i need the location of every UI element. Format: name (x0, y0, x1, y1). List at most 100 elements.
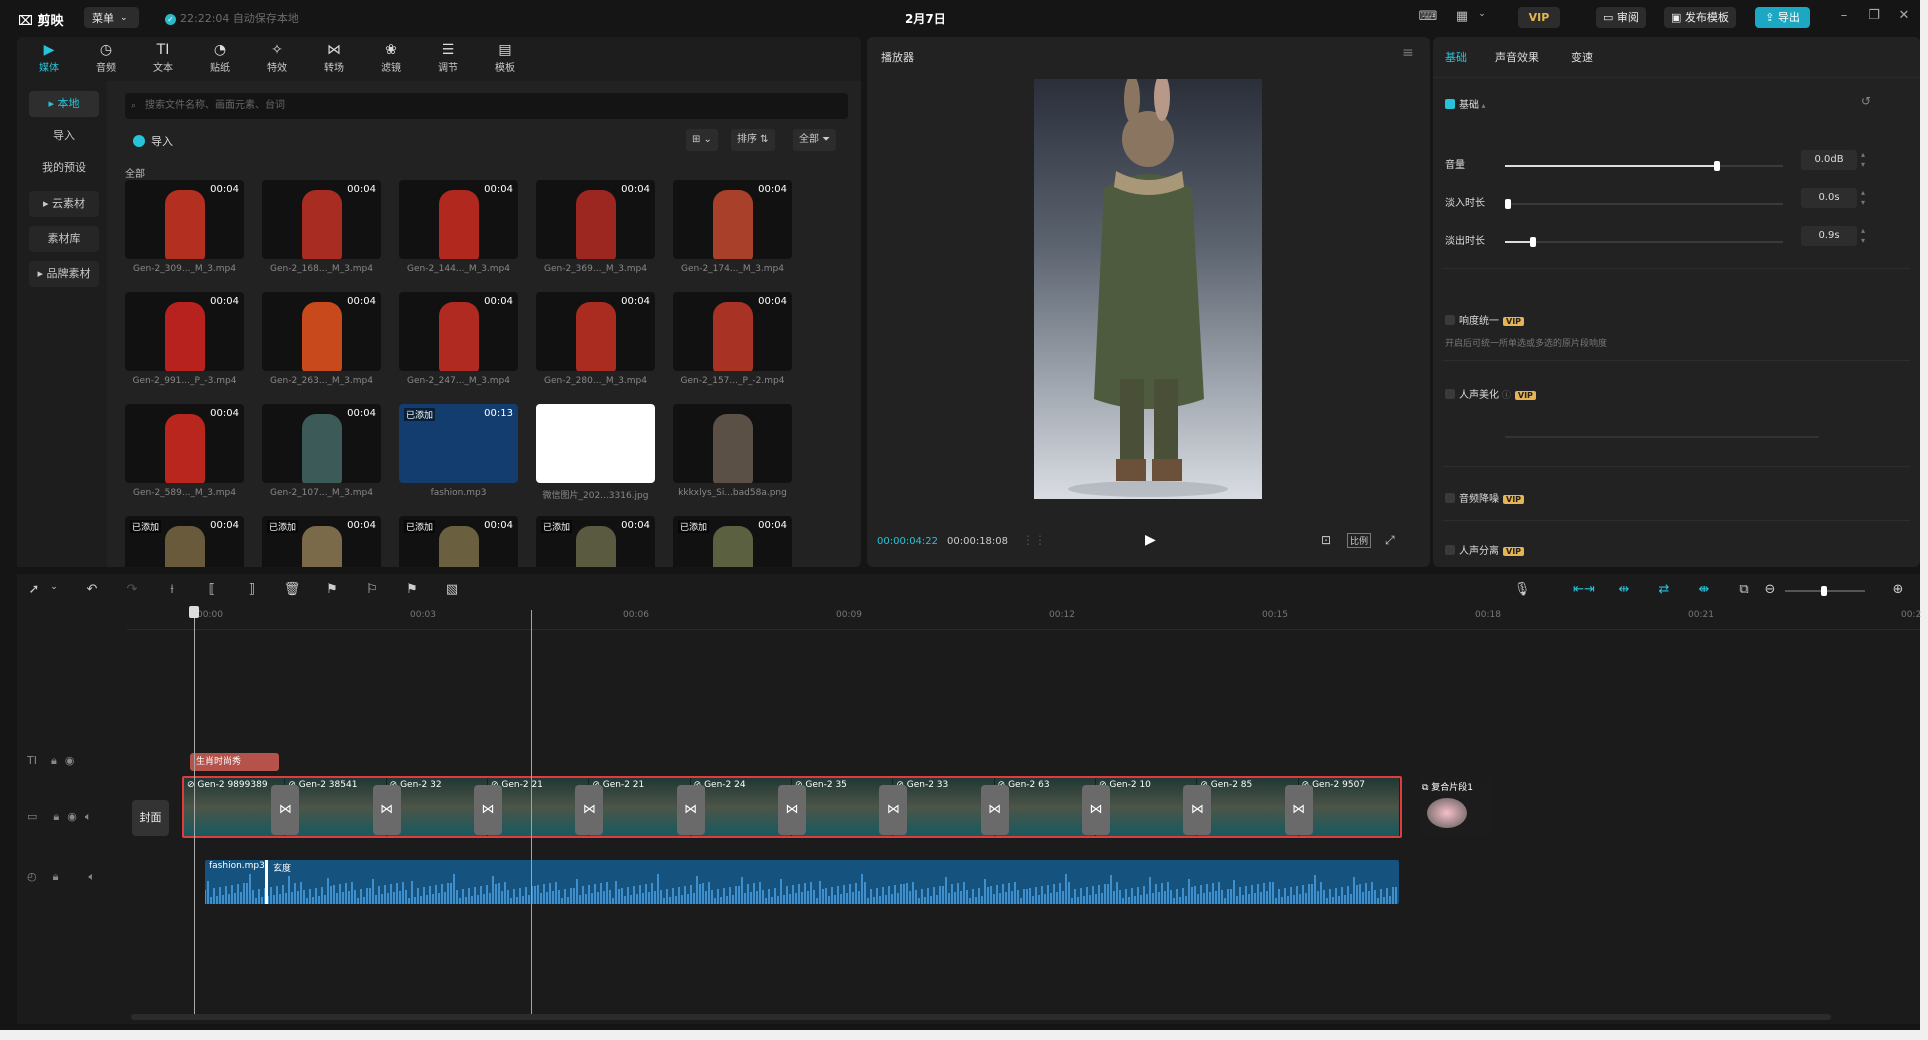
layout-icon[interactable]: ▦ (1452, 9, 1472, 27)
media-item[interactable]: 00:04 (125, 180, 244, 259)
checkbox-icon[interactable] (1445, 389, 1455, 399)
image-edit-icon[interactable]: ▧ (441, 582, 463, 597)
filter-button[interactable]: 全部 ⏷ (793, 129, 837, 151)
loudness-toggle[interactable]: 响度统一 VIP (1445, 312, 1525, 327)
playhead-handle[interactable] (189, 606, 199, 618)
fade-out-value[interactable]: 0.9s (1801, 226, 1857, 246)
tab-audio[interactable]: ◷ 音频 (80, 41, 132, 74)
transition-icon[interactable]: ⋈ (778, 785, 806, 835)
fade-in-value[interactable]: 0.0s (1801, 188, 1857, 208)
stepper-icon[interactable]: ▴ ▾ (1861, 226, 1865, 246)
snap-icon[interactable]: ⇄ (1653, 582, 1675, 597)
review-button[interactable]: ▭ 审阅 (1596, 7, 1646, 28)
magnet-icon[interactable]: ⇤⇥ (1573, 582, 1595, 597)
basic-section[interactable]: 基础 ▴ (1445, 96, 1486, 111)
compound-clip[interactable]: ⧉ 复合片段1 (1419, 778, 1493, 836)
playhead[interactable] (531, 610, 532, 1020)
media-item[interactable]: 已添加 00:13 (399, 404, 518, 483)
split-icon[interactable]: ⟊ (161, 582, 183, 597)
transition-icon[interactable]: ⋈ (1284, 785, 1313, 835)
zoom-slider[interactable] (1785, 586, 1865, 596)
undo-icon[interactable]: ↶ (81, 582, 103, 597)
frames-icon[interactable]: ⋮⋮ (1022, 533, 1046, 547)
transition-icon[interactable]: ⋈ (980, 785, 1009, 835)
transition-icon[interactable]: ⋈ (879, 785, 908, 835)
checkbox-icon[interactable] (1445, 99, 1455, 109)
video-clip[interactable]: ⊘ Gen-2 38541 (285, 778, 387, 836)
chevron-down-icon[interactable]: ⌄ (1472, 9, 1492, 27)
media-item[interactable] (673, 404, 792, 483)
vip-button[interactable]: VIP (1518, 7, 1560, 28)
tab-text[interactable]: TI 文本 (137, 41, 189, 74)
media-item[interactable]: 00:04 (673, 292, 792, 371)
video-clip[interactable]: ⊘ Gen-2 9899389 (184, 778, 286, 836)
video-clip[interactable]: ⊘ Gen-2 21 (488, 778, 590, 836)
publish-template-button[interactable]: ▣ 发布模板 (1664, 7, 1736, 28)
media-item[interactable]: 00:04 (536, 292, 655, 371)
link-icon[interactable]: ⇹ (1613, 582, 1635, 597)
tab-template[interactable]: ▤ 模板 (479, 41, 531, 74)
video-clip[interactable]: ⊘ Gen-2 32 (386, 778, 488, 836)
cover-button[interactable]: 封面 (132, 800, 169, 836)
voice-separate-toggle[interactable]: 人声分离 VIP (1445, 542, 1525, 557)
video-clip[interactable]: ⊘ Gen-2 85 (1197, 778, 1299, 836)
sidebar-item-0[interactable]: ▸ 本地 (29, 91, 99, 117)
redo-icon[interactable]: ↷ (121, 582, 143, 597)
play-button[interactable]: ▶ (1145, 532, 1156, 548)
view-mode-button[interactable]: ⊞ ⌄ (686, 129, 718, 151)
lock-icon[interactable]: 🔒︎ (51, 754, 57, 767)
media-item[interactable]: 00:04 (399, 180, 518, 259)
minimize-icon[interactable]: – (1834, 8, 1854, 23)
tab-media[interactable]: ▶ 媒体 (23, 41, 75, 74)
media-item[interactable]: 已添加 00:04 (673, 516, 792, 567)
search-input[interactable]: ⌕ 搜索文件名称、画面元素、台词 (125, 93, 848, 119)
volume-icon[interactable]: 🔈︎ (88, 870, 95, 883)
fade-out-slider[interactable] (1505, 237, 1783, 247)
transition-icon[interactable]: ⋈ (271, 785, 300, 835)
audio-track[interactable]: fashion.mp3 玄度 (205, 860, 1399, 904)
tab-basic[interactable]: 基础 (1445, 49, 1467, 65)
split-left-icon[interactable]: ⟦ (201, 582, 223, 597)
tab-sticker[interactable]: ◔ 贴纸 (194, 41, 246, 74)
noise-reduce-toggle[interactable]: 音频降噪 VIP (1445, 490, 1525, 505)
media-item[interactable] (536, 404, 655, 483)
menu-button[interactable]: 菜单 ⌄ (84, 7, 139, 28)
media-item[interactable]: 已添加 00:04 (536, 516, 655, 567)
transition-icon[interactable]: ⋈ (575, 785, 604, 835)
media-item[interactable]: 00:04 (125, 292, 244, 371)
volume-icon[interactable]: 🔈︎ (85, 810, 92, 823)
microphone-icon[interactable]: 🎙 (1511, 582, 1533, 597)
maximize-icon[interactable]: ❐ (1864, 8, 1884, 23)
fade-in-slider[interactable] (1505, 199, 1783, 209)
sidebar-item-3[interactable]: ▸ 云素材 (29, 191, 99, 217)
transition-icon[interactable]: ⋈ (372, 785, 401, 835)
tab-effects[interactable]: ✧ 特效 (251, 41, 303, 74)
media-item[interactable]: 已添加 00:04 (399, 516, 518, 567)
tab-sound-effects[interactable]: 声音效果 (1495, 49, 1539, 65)
video-clip[interactable]: ⊘ Gen-2 33 (893, 778, 995, 836)
video-clip[interactable]: ⊘ Gen-2 63 (994, 778, 1096, 836)
volume-value[interactable]: 0.0dB (1801, 150, 1857, 170)
transition-icon[interactable]: ⋈ (474, 785, 502, 835)
reset-icon[interactable]: ↺ (1861, 94, 1871, 108)
lock-icon[interactable]: 🔒︎ (53, 810, 59, 823)
freeze-icon[interactable]: ⚑ (321, 582, 343, 597)
zoom-in-icon[interactable]: ⊕ (1887, 582, 1909, 597)
time-ruler[interactable] (127, 610, 1920, 630)
stepper-icon[interactable]: ▴ ▾ (1861, 188, 1865, 208)
sidebar-item-4[interactable]: 素材库 (29, 226, 99, 252)
import-button[interactable]: 导入 (133, 133, 173, 149)
stepper-icon[interactable]: ▴ ▾ (1861, 150, 1865, 170)
menu-icon[interactable]: ≡ (1402, 45, 1414, 61)
slider-knob[interactable] (1530, 237, 1537, 247)
checkbox-icon[interactable] (1445, 545, 1455, 555)
media-item[interactable]: 已添加 00:04 (262, 516, 381, 567)
tab-speed[interactable]: 变速 (1571, 49, 1593, 65)
marker-plus-icon[interactable]: ⚑ (401, 582, 423, 597)
split-right-icon[interactable]: ⟧ (241, 582, 263, 597)
media-item[interactable]: 00:04 (262, 292, 381, 371)
tab-adjust[interactable]: ☰ 调节 (422, 41, 474, 74)
chevron-down-icon[interactable]: ⌄ (43, 582, 65, 592)
zoom-knob[interactable] (1821, 586, 1827, 596)
checkbox-icon[interactable] (1445, 493, 1455, 503)
